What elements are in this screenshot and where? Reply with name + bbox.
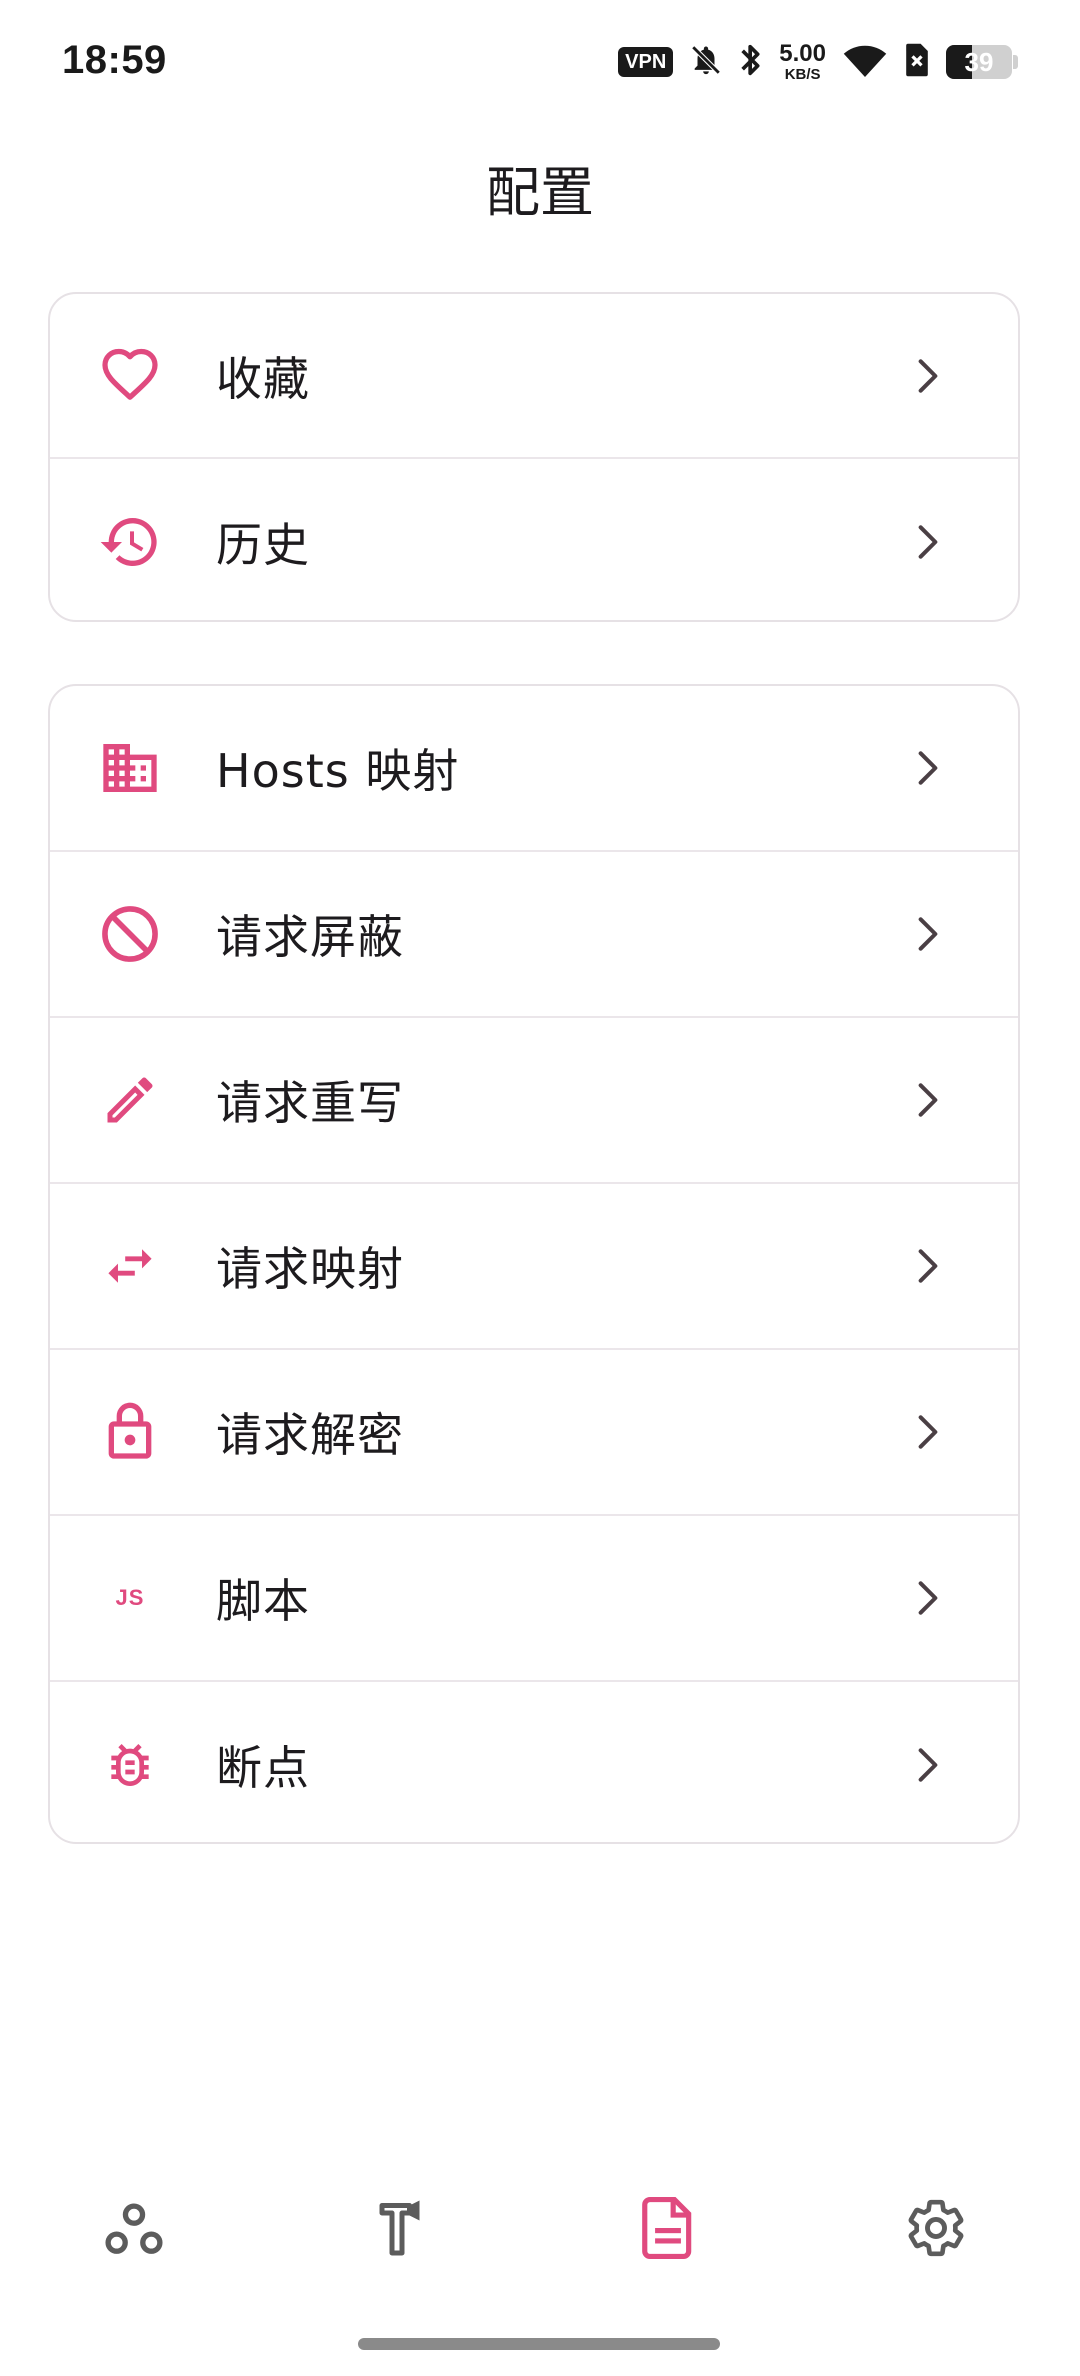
row-hosts-mapping[interactable]: Hosts 映射 xyxy=(50,686,1018,852)
screen: 18:59 VPN 5.00 KB/S 39 配置 收藏 历史 Hosts 映射… xyxy=(0,0,1080,2376)
swap-arrows-icon xyxy=(98,1234,162,1298)
bottom-navigation xyxy=(0,2160,1080,2290)
history-icon xyxy=(98,510,162,574)
nav-toolbox[interactable] xyxy=(362,2190,442,2270)
chevron-right-icon xyxy=(910,1076,946,1124)
status-icons: VPN 5.00 KB/S 39 xyxy=(618,40,1018,84)
network-nodes-icon xyxy=(102,2198,166,2262)
row-request-rewrite[interactable]: 请求重写 xyxy=(50,1018,1018,1184)
chevron-right-icon xyxy=(910,352,946,400)
heart-icon xyxy=(98,344,162,408)
row-label: 请求映射 xyxy=(216,1242,404,1296)
chevron-right-icon xyxy=(910,910,946,958)
speed-unit: KB/S xyxy=(784,66,821,83)
row-label: 历史 xyxy=(216,517,310,572)
row-label: 脚本 xyxy=(216,1574,310,1628)
row-label: 请求解密 xyxy=(216,1408,404,1462)
status-bar: 18:59 VPN 5.00 KB/S 39 xyxy=(0,0,1080,120)
domain-icon xyxy=(98,736,162,800)
row-breakpoint[interactable]: 断点 xyxy=(50,1682,1018,1842)
block-icon xyxy=(98,902,162,966)
battery-icon: 39 xyxy=(946,45,1018,79)
nav-settings[interactable] xyxy=(896,2190,976,2270)
page-title: 配置 xyxy=(486,161,594,224)
nav-config[interactable] xyxy=(628,2190,708,2270)
sim-x-icon xyxy=(904,42,930,82)
row-label: Hosts 映射 xyxy=(216,744,460,798)
row-history[interactable]: 历史 xyxy=(50,459,1018,620)
battery-tip xyxy=(1013,55,1018,69)
nav-network[interactable] xyxy=(94,2190,174,2270)
row-request-mapping[interactable]: 请求映射 xyxy=(50,1184,1018,1350)
row-request-decrypt[interactable]: 请求解密 xyxy=(50,1350,1018,1516)
gear-icon xyxy=(905,2197,967,2263)
row-favorites[interactable]: 收藏 xyxy=(50,294,1018,459)
chevron-right-icon xyxy=(910,1408,946,1456)
chevron-right-icon xyxy=(910,744,946,792)
chevron-right-icon xyxy=(910,1574,946,1622)
document-icon xyxy=(640,2197,696,2263)
chevron-right-icon xyxy=(910,1741,946,1789)
battery-level: 39 xyxy=(964,46,994,77)
network-speed: 5.00 KB/S xyxy=(779,40,826,83)
row-label: 请求屏蔽 xyxy=(216,910,404,964)
js-icon-text: JS xyxy=(115,1585,145,1610)
row-label: 请求重写 xyxy=(216,1076,404,1130)
config-group-primary: 收藏 历史 xyxy=(48,292,1020,622)
battery-body: 39 xyxy=(946,45,1012,79)
wifi-icon xyxy=(842,42,888,82)
chevron-right-icon xyxy=(910,518,946,566)
bug-icon xyxy=(98,1733,162,1797)
edit-pencil-icon xyxy=(98,1068,162,1132)
vpn-badge: VPN xyxy=(618,47,674,77)
row-script[interactable]: JS 脚本 xyxy=(50,1516,1018,1682)
home-indicator[interactable] xyxy=(358,2338,720,2350)
speed-value: 5.00 xyxy=(779,40,826,67)
lock-icon xyxy=(98,1400,162,1464)
config-group-rules: Hosts 映射 请求屏蔽 请求重写 请求映射 请求解密 JS 脚本 断点 xyxy=(48,684,1020,1844)
status-time: 18:59 xyxy=(62,38,167,82)
row-request-block[interactable]: 请求屏蔽 xyxy=(50,852,1018,1018)
row-label: 断点 xyxy=(216,1741,310,1795)
bluetooth-icon xyxy=(739,40,763,84)
chevron-right-icon xyxy=(910,1242,946,1290)
row-label: 收藏 xyxy=(216,351,310,406)
bell-off-icon xyxy=(689,41,723,83)
hammer-icon xyxy=(376,2198,428,2262)
js-icon: JS xyxy=(98,1566,162,1630)
